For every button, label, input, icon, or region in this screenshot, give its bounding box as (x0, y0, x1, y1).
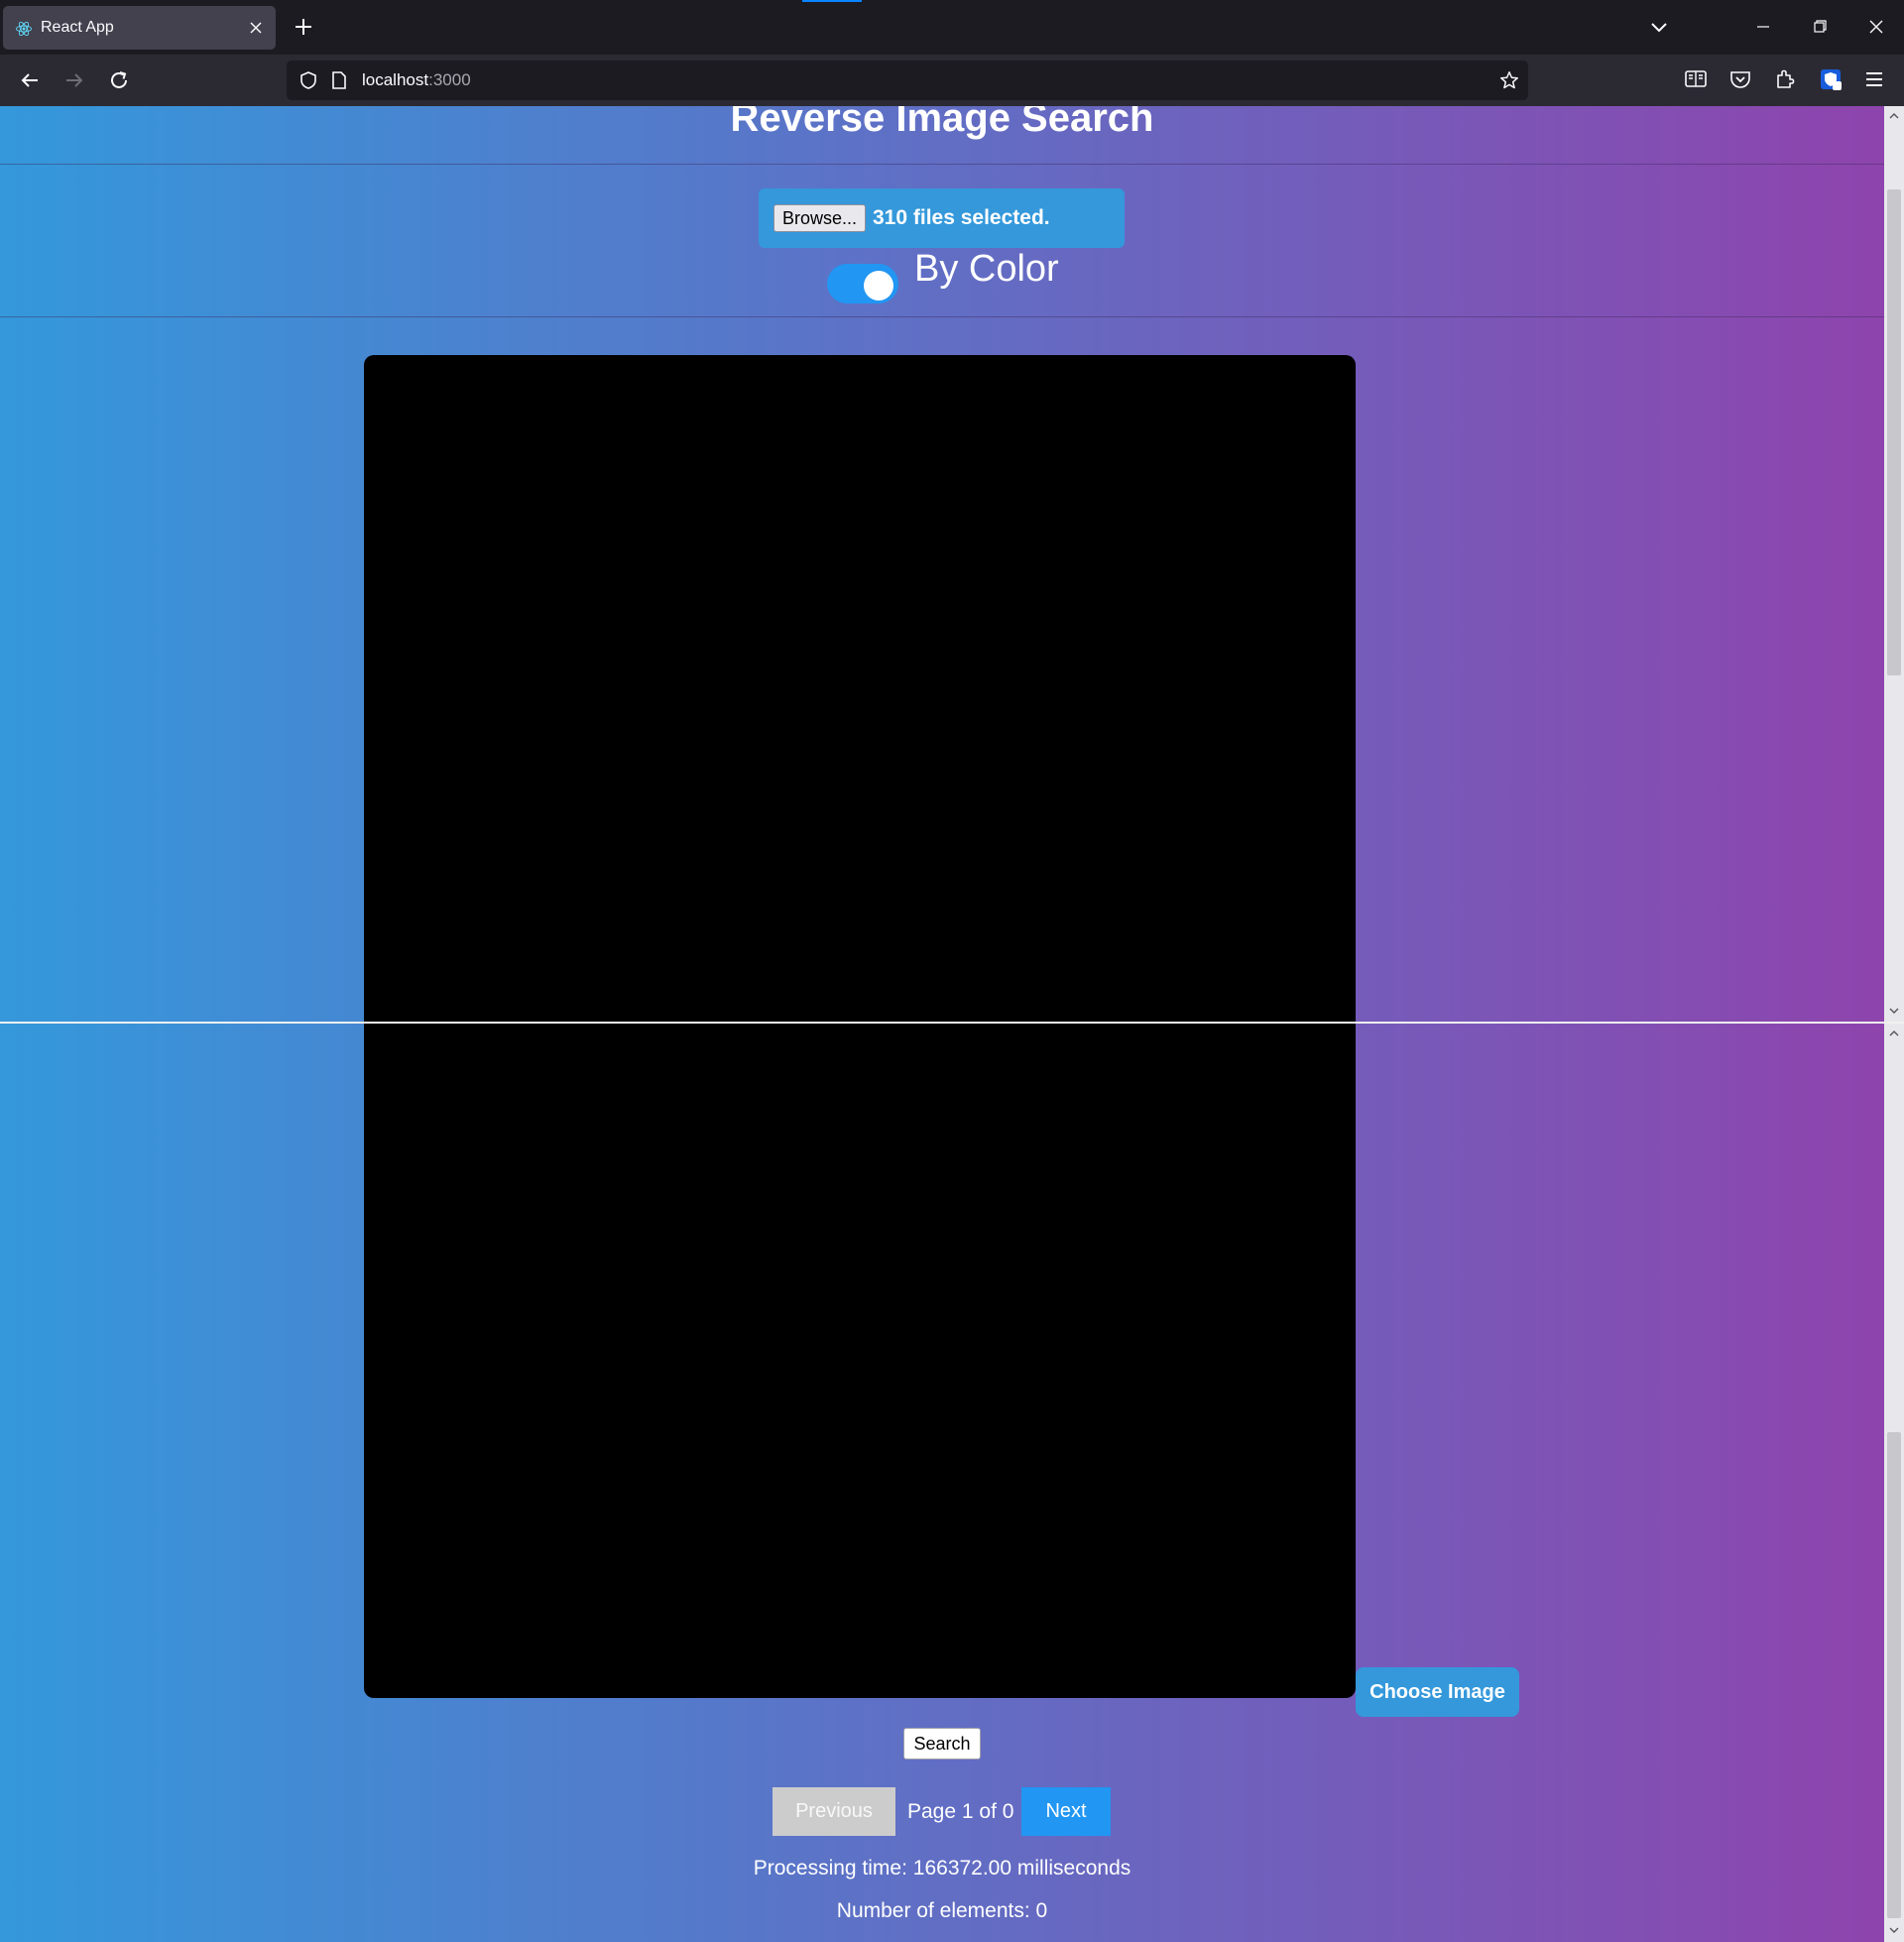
plus-icon[interactable] (290, 13, 317, 41)
tab-drag-indicator (802, 0, 862, 2)
image-preview (364, 355, 1356, 1022)
star-icon[interactable] (1498, 69, 1520, 91)
url-port: :3000 (428, 70, 471, 89)
tab-strip: React App (0, 0, 1904, 55)
scroll-down-arrow-icon[interactable] (1886, 1003, 1902, 1019)
page-icon (332, 71, 346, 89)
search-button[interactable]: Search (903, 1728, 981, 1760)
by-color-toggle[interactable] (827, 264, 898, 303)
reload-icon[interactable] (104, 65, 134, 95)
back-arrow-icon[interactable] (15, 65, 45, 95)
reader-view-icon[interactable] (1683, 66, 1709, 92)
close-icon[interactable] (246, 18, 266, 38)
tab-title: React App (41, 19, 114, 36)
number-of-elements: Number of elements: 0 (836, 1899, 1048, 1922)
scroll-down-arrow-icon[interactable] (1886, 1922, 1902, 1938)
hamburger-menu-icon[interactable] (1861, 66, 1887, 92)
extension-badge-icon[interactable] (1818, 66, 1844, 92)
scrollbar-thumb[interactable] (1887, 189, 1901, 675)
browser-tab[interactable]: React App (3, 6, 276, 50)
files-selected-status: 310 files selected. (873, 206, 1050, 229)
restore-icon[interactable] (1805, 13, 1835, 41)
choose-image-button[interactable]: Choose Image (1356, 1667, 1519, 1717)
scrollbar-thumb[interactable] (1887, 1432, 1901, 1918)
page-title: Reverse Image Search (730, 106, 1154, 140)
forward-arrow-icon[interactable] (60, 65, 89, 95)
scrollbar-bottom[interactable] (1884, 1024, 1904, 1942)
image-preview (364, 1024, 1356, 1698)
divider-line (0, 164, 1884, 165)
scroll-up-arrow-icon[interactable] (1886, 108, 1902, 124)
toggle-label: By Color (914, 248, 1059, 290)
divider-line (0, 316, 1884, 317)
shield-icon[interactable] (298, 70, 318, 90)
pocket-icon[interactable] (1727, 66, 1753, 92)
page-viewport-top: Reverse Image Search Browse... 310 files… (0, 106, 1884, 1022)
page-indicator: Page 1 of 0 (907, 1800, 1014, 1823)
close-icon[interactable] (1861, 13, 1891, 41)
file-upload-box: Browse... 310 files selected. (759, 188, 1125, 248)
page-viewport-bottom: Choose Image Search Previous Page 1 of 0… (0, 1024, 1884, 1942)
chevron-down-icon[interactable] (1646, 14, 1672, 40)
processing-time: Processing time: 166372.00 milliseconds (753, 1857, 1131, 1880)
scroll-up-arrow-icon[interactable] (1886, 1026, 1902, 1041)
react-favicon (16, 21, 32, 37)
url-bar[interactable]: localhost:3000 (287, 61, 1528, 100)
minimize-icon[interactable] (1748, 13, 1778, 41)
toggle-knob (864, 271, 893, 301)
navigation-toolbar: localhost:3000 (0, 55, 1904, 106)
url-host: localhost (362, 70, 429, 89)
extensions-icon[interactable] (1772, 66, 1798, 92)
scrollbar-top[interactable] (1884, 106, 1904, 1022)
browse-button[interactable]: Browse... (774, 204, 866, 232)
next-button[interactable]: Next (1021, 1787, 1111, 1836)
previous-button[interactable]: Previous (773, 1787, 895, 1836)
url-text[interactable]: localhost:3000 (362, 70, 471, 90)
